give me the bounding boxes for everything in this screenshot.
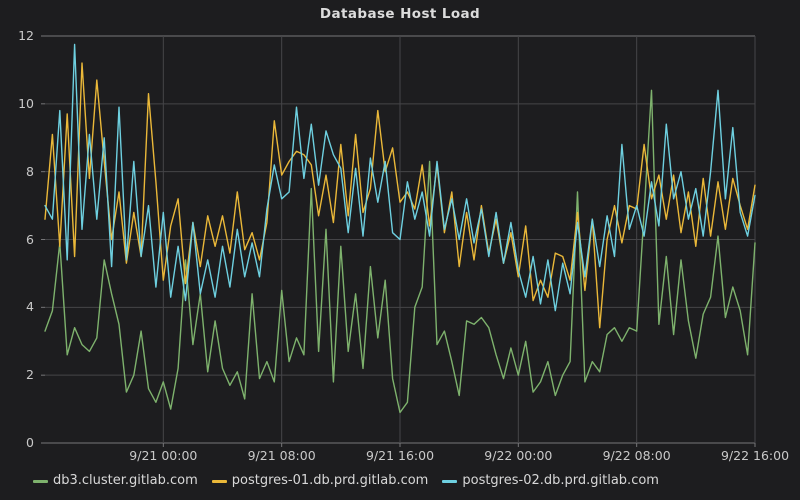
legend: db3.cluster.gitlab.com postgres-01.db.pr… bbox=[33, 473, 659, 489]
y-tick-label: 10 bbox=[0, 96, 34, 112]
legend-swatch-blue bbox=[442, 480, 457, 483]
y-tick-label: 8 bbox=[0, 164, 34, 180]
y-tick-label: 12 bbox=[0, 28, 34, 44]
y-tick-label: 6 bbox=[0, 232, 34, 248]
legend-swatch-yellow bbox=[212, 480, 227, 483]
legend-label: postgres-01.db.prd.gitlab.com bbox=[232, 473, 429, 489]
x-tick-label: 9/22 16:00 bbox=[710, 448, 800, 463]
x-tick-label: 9/22 08:00 bbox=[592, 448, 682, 463]
y-tick-label: 4 bbox=[0, 299, 34, 315]
x-tick-label: 9/21 00:00 bbox=[118, 448, 208, 463]
plot-area bbox=[0, 0, 800, 500]
legend-item-postgres-02: postgres-02.db.prd.gitlab.com bbox=[442, 473, 659, 489]
x-tick-label: 9/22 00:00 bbox=[473, 448, 563, 463]
legend-item-db3: db3.cluster.gitlab.com bbox=[33, 473, 198, 489]
chart-panel: Database Host Load 024681012 9/21 00:009… bbox=[0, 0, 800, 500]
x-tick-label: 9/21 16:00 bbox=[355, 448, 445, 463]
legend-label: postgres-02.db.prd.gitlab.com bbox=[462, 473, 659, 489]
y-tick-label: 0 bbox=[0, 435, 34, 451]
legend-swatch-green bbox=[33, 480, 48, 483]
legend-item-postgres-01: postgres-01.db.prd.gitlab.com bbox=[212, 473, 429, 489]
y-tick-label: 2 bbox=[0, 367, 34, 383]
legend-label: db3.cluster.gitlab.com bbox=[53, 473, 198, 489]
x-tick-label: 9/21 08:00 bbox=[237, 448, 327, 463]
